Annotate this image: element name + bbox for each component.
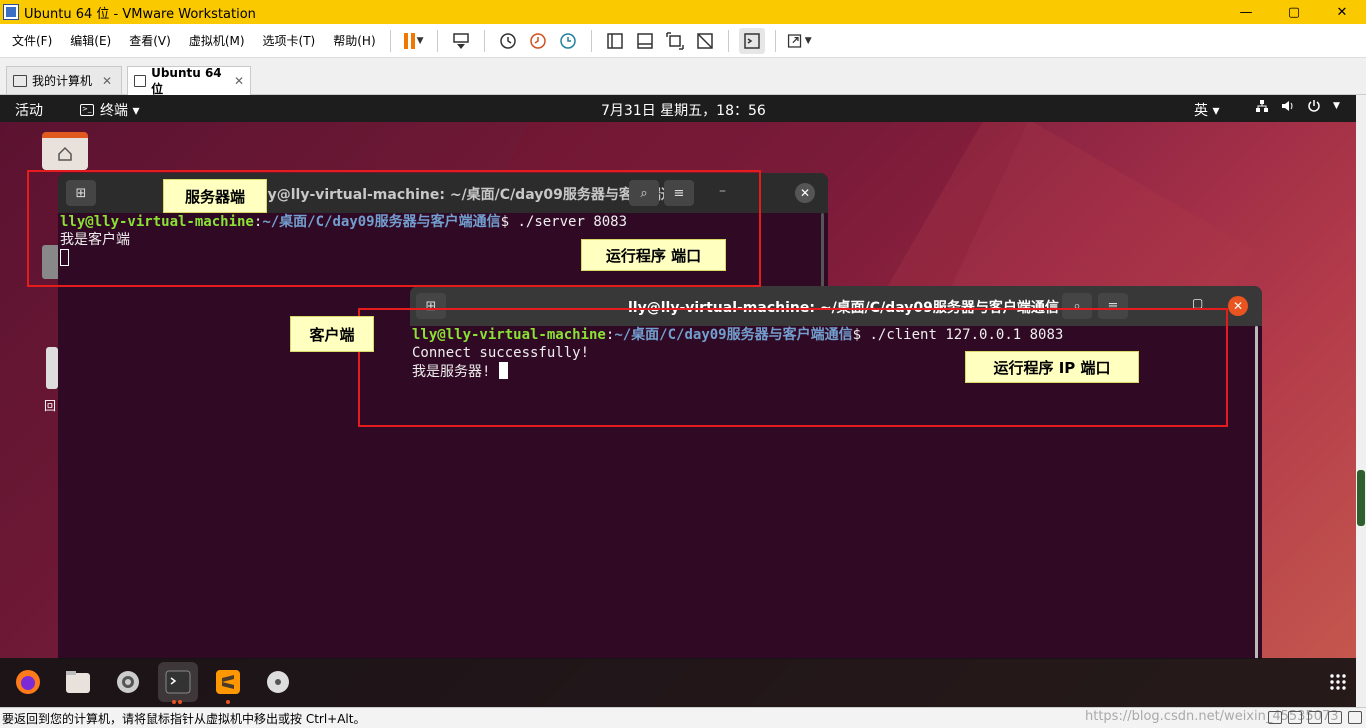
tab-close-button[interactable]: ✕ xyxy=(102,74,112,88)
network-icon xyxy=(1256,100,1268,112)
client-note: 客户端 xyxy=(290,316,374,352)
app-grid-icon[interactable] xyxy=(1318,662,1356,702)
dvd-icon[interactable] xyxy=(258,662,298,702)
close-icon[interactable]: ✕ xyxy=(795,183,815,203)
scrollbar[interactable] xyxy=(1255,326,1258,659)
status-bar: 要返回到您的计算机，请将鼠标指针从虚拟机中移出或按 Ctrl+Alt。 http… xyxy=(0,707,1366,728)
home-folder-icon[interactable] xyxy=(42,132,88,170)
system-tray[interactable]: ▼ xyxy=(1255,99,1340,113)
tab-ubuntu[interactable]: Ubuntu 64 位 ✕ xyxy=(127,65,251,96)
unity-icon[interactable] xyxy=(692,28,718,54)
ubuntu-desktop[interactable]: 活动 >_ 终端 ▾ 7月31日 星期五，18：56 英 ▾ ▼ 回 ⊞ lly… xyxy=(0,95,1356,707)
menu-view[interactable]: 查看(V) xyxy=(123,32,177,49)
scroll-thumb[interactable] xyxy=(1357,470,1365,526)
menu-file[interactable]: 文件(F) xyxy=(6,32,58,49)
minimize-button[interactable]: — xyxy=(1222,0,1270,24)
menu-vm[interactable]: 虚拟机(M) xyxy=(183,32,251,49)
power-pause-icon[interactable]: ▼ xyxy=(401,28,427,54)
stretch-icon[interactable] xyxy=(662,28,688,54)
settings-icon[interactable] xyxy=(108,662,148,702)
desktop-label: 回 xyxy=(44,399,57,413)
hdd-icon xyxy=(1268,711,1282,724)
input-method[interactable]: 英 ▾ xyxy=(1194,100,1219,120)
send-keys-icon[interactable] xyxy=(448,28,474,54)
window-title: Ubuntu 64 位 - VMware Workstation xyxy=(24,6,256,22)
console-icon[interactable] xyxy=(738,27,765,54)
menu-tabs[interactable]: 选项卡(T) xyxy=(257,32,322,49)
window-controls: — ▢ ✕ xyxy=(1222,0,1366,24)
toolbar-divider xyxy=(389,29,391,52)
tab-label: 我的计算机 xyxy=(32,74,93,88)
home-icon xyxy=(58,146,72,161)
toolbar-divider xyxy=(727,29,729,52)
vm-scrollbar[interactable] xyxy=(1356,95,1366,707)
app-menu-label: 终端 ▾ xyxy=(100,103,140,119)
vmware-logo-icon xyxy=(3,4,19,20)
manage-snapshots-icon[interactable] xyxy=(555,28,581,54)
vm-icon xyxy=(134,75,147,87)
message-icon xyxy=(1348,711,1362,724)
activities-button[interactable]: 活动 xyxy=(15,100,43,120)
vm-tabbar: 我的计算机 ✕ Ubuntu 64 位 ✕ xyxy=(0,58,1366,96)
tab-close-button[interactable]: ✕ xyxy=(234,74,244,88)
network-adapter-icon xyxy=(1288,711,1302,724)
console-view-icon[interactable] xyxy=(632,28,658,54)
terminal-icon[interactable] xyxy=(158,662,198,704)
close-button[interactable]: ✕ xyxy=(1318,0,1366,24)
library-view-icon[interactable] xyxy=(602,28,628,54)
tray-caret-icon: ▼ xyxy=(1333,101,1340,111)
snapshot-icon[interactable] xyxy=(495,28,521,54)
power-icon xyxy=(1308,100,1320,112)
usb-icon xyxy=(1308,711,1322,724)
computer-icon xyxy=(13,74,27,87)
tab-label: Ubuntu 64 位 xyxy=(151,65,222,96)
firefox-icon[interactable] xyxy=(8,662,48,702)
toolbar-divider xyxy=(774,29,776,52)
clock[interactable]: 7月31日 星期五，18：56 xyxy=(601,100,766,120)
menu-toolbar: 文件(F) 编辑(E) 查看(V) 虚拟机(M) 选项卡(T) 帮助(H) ▼ xyxy=(0,24,1366,58)
server-run-note: 运行程序 端口 xyxy=(581,239,726,271)
tab-my-computer[interactable]: 我的计算机 ✕ xyxy=(6,66,122,94)
status-message: 要返回到您的计算机，请将鼠标指针从虚拟机中移出或按 Ctrl+Alt。 xyxy=(2,711,366,726)
menu-edit[interactable]: 编辑(E) xyxy=(64,32,117,49)
toolbar-divider xyxy=(483,29,485,52)
ubuntu-dock xyxy=(0,658,1356,707)
files-icon[interactable] xyxy=(58,662,98,702)
app-menu[interactable]: >_ 终端 ▾ xyxy=(80,100,139,120)
sound-icon xyxy=(1328,711,1342,724)
toolbar-divider xyxy=(436,29,438,52)
close-icon[interactable]: ✕ xyxy=(1228,296,1248,316)
menu-help[interactable]: 帮助(H) xyxy=(327,32,381,49)
server-note: 服务器端 xyxy=(163,179,267,213)
device-icons[interactable] xyxy=(1268,711,1362,724)
toolbar-divider xyxy=(590,29,592,52)
maximize-button[interactable]: ▢ xyxy=(1270,0,1318,24)
gnome-top-bar: 活动 >_ 终端 ▾ 7月31日 星期五，18：56 英 ▾ ▼ xyxy=(0,95,1356,122)
trash-icon[interactable] xyxy=(46,347,58,389)
terminal-small-icon: >_ xyxy=(80,104,94,116)
fullscreen-icon[interactable]: ▼ xyxy=(786,28,812,54)
vmware-window: Ubuntu 64 位 - VMware Workstation — ▢ ✕ 文… xyxy=(0,0,1366,728)
title-bar: Ubuntu 64 位 - VMware Workstation — ▢ ✕ xyxy=(0,0,1366,24)
sublime-text-icon[interactable] xyxy=(208,662,248,704)
client-run-note: 运行程序 IP 端口 xyxy=(965,351,1139,383)
revert-snapshot-icon[interactable] xyxy=(525,28,551,54)
volume-icon xyxy=(1282,101,1293,111)
